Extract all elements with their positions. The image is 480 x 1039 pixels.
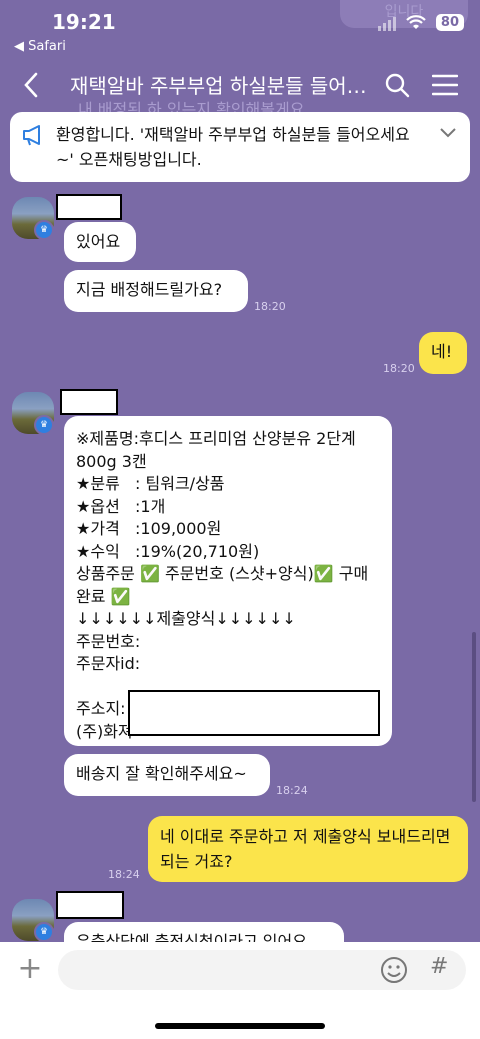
message-time: 18:24 <box>276 784 308 797</box>
emoji-icon[interactable] <box>380 956 408 984</box>
crown-badge-icon: ♛ <box>34 220 54 240</box>
chevron-down-icon[interactable] <box>438 126 458 140</box>
hashtag-icon[interactable]: # <box>430 954 448 979</box>
notice-text: 환영합니다. '재택알바 주부부업 하실분들 들어오세요~' 오픈채팅방입니다. <box>56 125 410 169</box>
megaphone-icon <box>23 125 40 146</box>
message-time: 18:20 <box>383 362 415 375</box>
message-bubble[interactable]: 배송지 잘 확인해주세요~ <box>64 754 270 796</box>
redacted-address <box>128 690 380 736</box>
redacted-sender-name <box>60 389 118 415</box>
my-message-bubble[interactable]: 네 이대로 주문하고 저 제출양식 보내드리면 되는 거죠? <box>148 816 468 882</box>
redacted-sender-name <box>56 891 124 919</box>
wifi-icon <box>406 14 426 29</box>
battery-level: 80 <box>435 14 464 31</box>
scrollbar[interactable] <box>472 632 476 802</box>
message-bubble[interactable]: 지금 배정해드릴가요? <box>64 270 248 312</box>
message-time: 18:20 <box>254 300 286 313</box>
crown-badge-icon: ♛ <box>34 922 54 942</box>
back-arrow-icon[interactable] <box>16 68 50 102</box>
status-indicators: 80 <box>377 14 464 31</box>
message-bubble[interactable]: 있어요 <box>64 222 136 262</box>
home-indicator <box>155 1023 325 1029</box>
back-to-safari-link[interactable]: ◀ Safari <box>14 39 66 54</box>
menu-icon[interactable] <box>432 74 458 96</box>
crown-badge-icon: ♛ <box>34 415 54 435</box>
search-icon[interactable] <box>384 72 410 98</box>
message-time: 18:24 <box>108 868 140 881</box>
status-time: 19:21 <box>52 10 116 34</box>
plus-icon[interactable]: + <box>16 954 44 984</box>
redacted-sender-name <box>56 194 122 220</box>
notice-banner[interactable]: 환영합니다. '재택알바 주부부업 하실분들 들어오세요~' 오픈채팅방입니다. <box>10 112 470 182</box>
chat-room-title[interactable]: 재택알바 주부부업 하실분들 들어… <box>70 70 370 99</box>
my-message-bubble[interactable]: 네! <box>419 332 467 374</box>
cellular-signal-icon <box>377 15 396 31</box>
